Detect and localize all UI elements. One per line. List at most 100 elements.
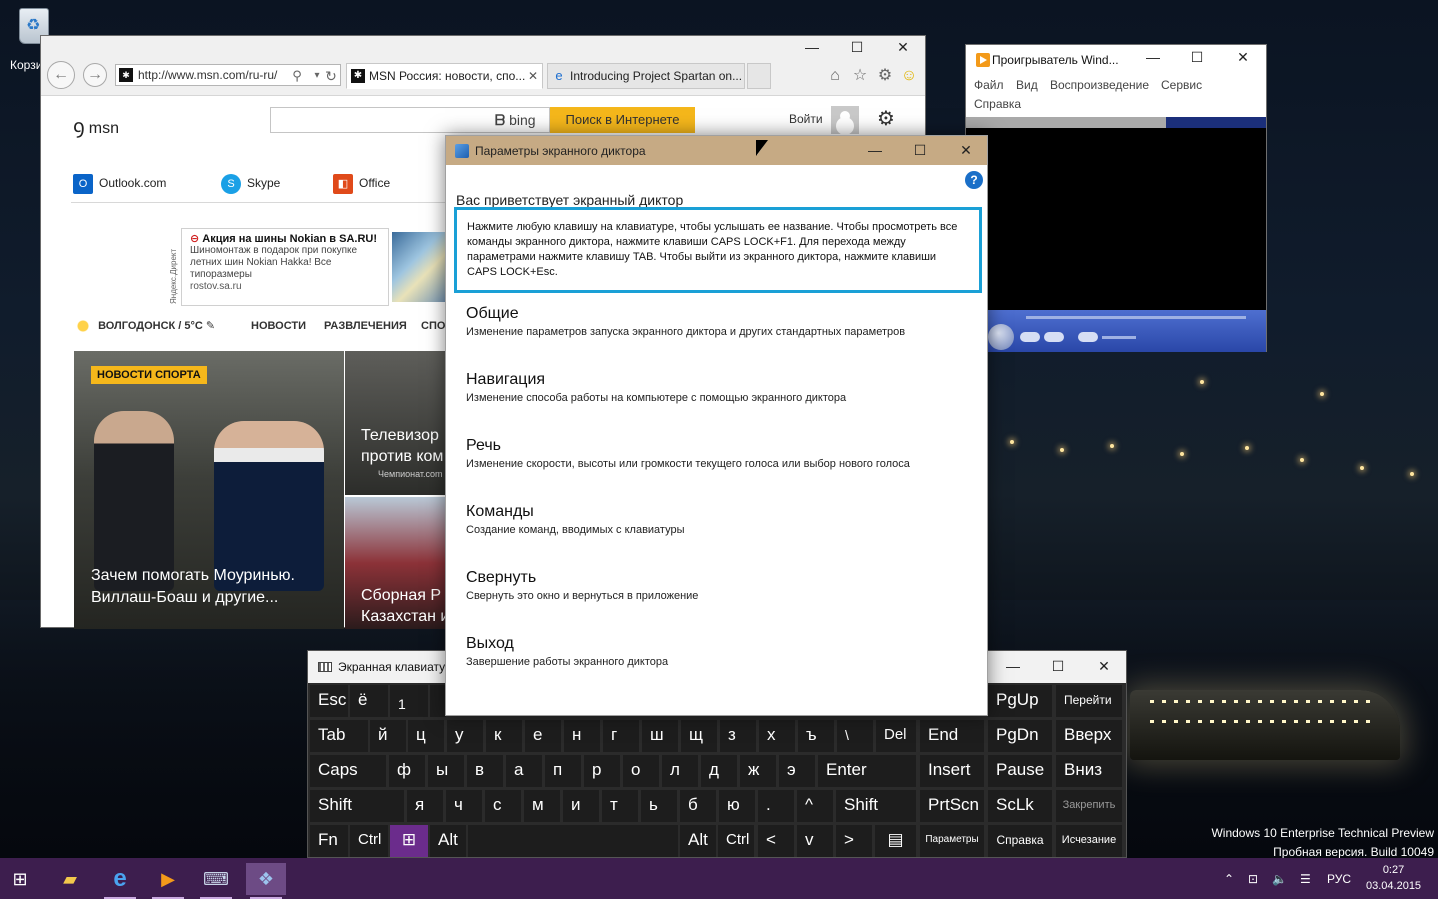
key-letter[interactable]: п [545, 755, 581, 787]
start-button[interactable]: ⊞ [0, 863, 40, 895]
menu-tools[interactable]: Сервис [1161, 78, 1202, 92]
maximize-icon[interactable]: ☐ [842, 36, 872, 58]
key-letter[interactable]: о [623, 755, 659, 787]
nav-sport[interactable]: СПО [421, 320, 445, 332]
news-card-side[interactable]: Сборная Р Казахстан и [345, 497, 447, 629]
key-alt-left[interactable]: Alt [430, 825, 466, 857]
close-tab-icon[interactable]: ✕ [528, 64, 538, 88]
key-letter[interactable]: и [563, 790, 599, 822]
key-tab[interactable]: Tab [310, 720, 368, 752]
narrator-taskbar-icon[interactable]: ❖ [246, 863, 286, 899]
key-alt-right[interactable]: Alt [680, 825, 716, 857]
show-hidden-icons-icon[interactable]: ⌃ [1224, 872, 1234, 886]
settings-gear-icon[interactable]: ⚙ [877, 106, 895, 131]
key-caps[interactable]: Caps [310, 755, 386, 787]
avatar-icon[interactable] [831, 106, 859, 134]
nav-news[interactable]: НОВОСТИ [251, 320, 306, 332]
key-letter[interactable]: л [662, 755, 698, 787]
key-up[interactable]: Вверх [1056, 720, 1122, 752]
close-icon[interactable]: ✕ [951, 139, 981, 161]
next-button[interactable] [1044, 332, 1064, 342]
key-letter[interactable]: а [506, 755, 542, 787]
key-insert[interactable]: Insert [920, 755, 984, 787]
volume-icon[interactable]: 🔈 [1272, 872, 1287, 886]
key-prtscn[interactable]: PrtScn [920, 790, 984, 822]
close-icon[interactable]: ✕ [888, 36, 918, 58]
key-del[interactable]: Del [876, 720, 916, 752]
key-letter[interactable]: ф [389, 755, 425, 787]
ie-taskbar-icon[interactable]: e [100, 863, 140, 899]
key-letter[interactable]: б [680, 790, 716, 822]
menu-playback[interactable]: Воспроизведение [1050, 78, 1149, 92]
key-letter[interactable]: т [602, 790, 638, 822]
key-windows[interactable]: ⊞ [390, 825, 428, 857]
feedback-smiley-icon[interactable]: ☺ [899, 66, 919, 86]
option-speech[interactable]: Речь Изменение скорости, высоты или гром… [466, 436, 976, 471]
news-card-side[interactable]: Телевизор против ком Чемпионат.com [345, 351, 447, 495]
option-general[interactable]: Общие Изменение параметров запуска экран… [466, 304, 976, 339]
key-options[interactable]: Параметры [920, 825, 984, 857]
home-icon[interactable]: ⌂ [825, 66, 845, 86]
network-icon[interactable]: ⊡ [1248, 872, 1258, 886]
key-shift-left[interactable]: Shift [310, 790, 404, 822]
key-letter[interactable]: х [759, 720, 795, 752]
key-letter[interactable]: ч [446, 790, 482, 822]
key-goto[interactable]: Перейти [1056, 685, 1122, 717]
key-letter[interactable]: у [447, 720, 483, 752]
key-letter[interactable]: с [485, 790, 521, 822]
key-ctrl-left[interactable]: Ctrl [350, 825, 388, 857]
key-letter[interactable]: ц [408, 720, 444, 752]
mute-button[interactable] [1078, 332, 1098, 342]
key-letter[interactable]: н [564, 720, 600, 752]
refresh-icon[interactable]: ↻ [321, 66, 341, 86]
key-space[interactable] [468, 825, 678, 857]
key-end[interactable]: End [920, 720, 984, 752]
input-language[interactable]: РУС [1327, 872, 1351, 886]
key-letter[interactable]: ш [642, 720, 678, 752]
key-letter[interactable]: ю [719, 790, 755, 822]
msn-logo[interactable]: ꝯ msn [73, 112, 119, 139]
signin-link[interactable]: Войти [789, 112, 823, 126]
key-pause[interactable]: Pause [988, 755, 1052, 787]
key-1[interactable]: 1 [390, 685, 428, 717]
previous-button[interactable] [1020, 332, 1040, 342]
option-exit[interactable]: Выход Завершение работы экранного диктор… [466, 634, 976, 669]
help-icon[interactable]: ? [965, 171, 983, 189]
key-letter[interactable]: е [525, 720, 561, 752]
tab-msn[interactable]: ✱ MSN Россия: новости, спо... ✕ [346, 63, 543, 89]
key-arrow-down[interactable]: v [797, 825, 833, 857]
ad-title[interactable]: ⊖ Акция на шины Nokian в SA.RU! [190, 233, 384, 245]
key-letter[interactable]: э [779, 755, 815, 787]
taskbar-clock[interactable]: 0:27 03.04.2015 [1366, 862, 1421, 894]
key-backslash[interactable]: \ [837, 720, 873, 752]
key-fn[interactable]: Fn [310, 825, 348, 857]
close-icon[interactable]: ✕ [1228, 46, 1258, 68]
media-player-window[interactable]: Проигрыватель Wind... — ☐ ✕ Файл Вид Вос… [965, 44, 1267, 352]
minimize-icon[interactable]: — [998, 655, 1028, 677]
key-letter[interactable]: ж [740, 755, 776, 787]
key-shift-right[interactable]: Shift [836, 790, 916, 822]
menu-help[interactable]: Справка [974, 97, 1021, 111]
key-letter[interactable]: й [370, 720, 406, 752]
weather-widget[interactable]: ВОЛГОДОНСК / 5°C ✎ [75, 319, 215, 334]
quicklink-skype[interactable]: S Skype [221, 174, 280, 194]
key-letter[interactable]: я [407, 790, 443, 822]
maximize-icon[interactable]: ☐ [905, 139, 935, 161]
key-arrow-right[interactable]: > [836, 825, 872, 857]
key-letter[interactable]: з [720, 720, 756, 752]
action-center-icon[interactable]: ☰ [1300, 872, 1311, 886]
key-esc[interactable]: Esc [310, 685, 348, 717]
new-tab-button[interactable] [747, 63, 771, 89]
ad-image[interactable] [392, 232, 448, 302]
search-icon[interactable]: ⚲ [287, 66, 307, 86]
key-letter[interactable]: к [486, 720, 522, 752]
option-commands[interactable]: Команды Создание команд, вводимых с клав… [466, 502, 976, 537]
key-letter[interactable]: д [701, 755, 737, 787]
minimize-icon[interactable]: — [797, 36, 827, 58]
key-menu[interactable]: ▤ [875, 825, 916, 857]
back-button[interactable]: ← [47, 61, 75, 89]
maximize-icon[interactable]: ☐ [1043, 655, 1073, 677]
key-letter[interactable]: в [467, 755, 503, 787]
keyboard-taskbar-icon[interactable]: ⌨ [196, 863, 236, 899]
key-sclk[interactable]: ScLk [988, 790, 1052, 822]
